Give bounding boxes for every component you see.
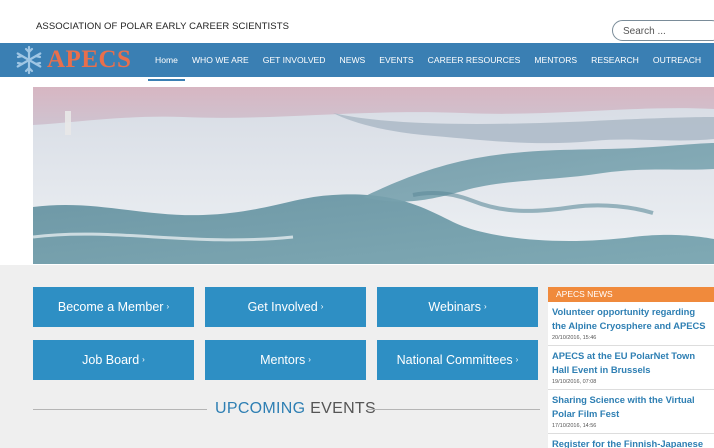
nav-item-events[interactable]: EVENTS — [372, 43, 420, 77]
tile-label: Webinars — [428, 300, 481, 314]
news-title-link[interactable]: Sharing Science with the Virtual Polar F… — [552, 393, 710, 421]
top-bar: ASSOCIATION OF POLAR EARLY CAREER SCIENT… — [0, 0, 714, 43]
nav-item-mentors[interactable]: MENTORS — [527, 43, 584, 77]
news-item: APECS at the EU PolarNet Town Hall Event… — [548, 346, 714, 390]
nav-item-home[interactable]: Home — [148, 43, 185, 81]
tile-mentors[interactable]: Mentors › — [205, 340, 366, 380]
news-title-link[interactable]: APECS at the EU PolarNet Town Hall Event… — [552, 349, 710, 377]
news-item: Register for the Finnish-Japanese — [548, 434, 714, 448]
news-item: Sharing Science with the Virtual Polar F… — [548, 390, 714, 434]
tile-label: Get Involved — [247, 300, 318, 314]
tile-get-involved[interactable]: Get Involved › — [205, 287, 366, 327]
tile-become-a-member[interactable]: Become a Member › — [33, 287, 194, 327]
organization-name: ASSOCIATION OF POLAR EARLY CAREER SCIENT… — [36, 21, 290, 32]
nav-item-get-involved[interactable]: GET INVOLVED — [256, 43, 333, 77]
upcoming-events-heading: UPCOMING EVENTS — [33, 398, 540, 420]
news-title-link[interactable]: Volunteer opportunity regarding the Alpi… — [552, 305, 710, 333]
news-item: Volunteer opportunity regarding the Alpi… — [548, 302, 714, 346]
nav-menu: Home WHO WE ARE GET INVOLVED NEWS EVENTS CARE… — [148, 43, 708, 81]
nav-item-outreach[interactable]: OUTREACH — [646, 43, 708, 77]
tile-label: Become a Member — [57, 300, 164, 314]
chevron-right-icon: › — [166, 302, 170, 311]
news-panel: APECS NEWS Volunteer opportunity regardi… — [548, 287, 714, 448]
heading-rest: EVENTS — [305, 400, 376, 417]
site-logo[interactable]: APECS — [14, 45, 131, 75]
sea-ice-photo — [33, 87, 714, 264]
tile-label: Job Board — [82, 353, 140, 367]
news-date: 17/10/2016, 14:56 — [552, 423, 597, 429]
news-date: 19/10/2016, 07:08 — [552, 379, 597, 385]
news-header: APECS NEWS — [548, 287, 714, 302]
tile-job-board[interactable]: Job Board › — [33, 340, 194, 380]
main-navigation-bar: APECS Home WHO WE ARE GET INVOLVED NEWS EVEN… — [0, 43, 714, 81]
heading-strong: UPCOMING — [215, 400, 306, 417]
nav-item-who-we-are[interactable]: WHO WE ARE — [185, 43, 256, 77]
tile-label: National Committees — [396, 353, 513, 367]
chevron-right-icon: › — [142, 355, 145, 364]
heading-divider-right — [367, 409, 540, 410]
page: ASSOCIATION OF POLAR EARLY CAREER SCIENT… — [0, 0, 714, 448]
nav-item-news[interactable]: NEWS — [333, 43, 373, 77]
chevron-right-icon: › — [483, 302, 487, 311]
chevron-right-icon: › — [320, 302, 324, 311]
nav-item-career-resources[interactable]: CAREER RESOURCES — [421, 43, 528, 77]
tile-label: Mentors — [260, 353, 306, 367]
slider-handle[interactable] — [65, 111, 71, 135]
chevron-right-icon: › — [515, 355, 519, 364]
tile-national-committees[interactable]: National Committees › — [377, 340, 538, 380]
snowflake-icon — [16, 45, 42, 75]
tile-webinars[interactable]: Webinars › — [377, 287, 538, 327]
logo-wordmark: APECS — [47, 46, 132, 73]
news-date: 20/10/2016, 15:46 — [552, 335, 597, 341]
nav-item-research[interactable]: RESEARCH — [584, 43, 646, 77]
heading-divider-left — [33, 409, 207, 410]
search-input[interactable] — [613, 22, 714, 41]
search-box[interactable] — [612, 20, 714, 41]
news-list: Volunteer opportunity regarding the Alpi… — [548, 302, 714, 448]
hero-image — [33, 87, 714, 264]
news-title-link[interactable]: Register for the Finnish-Japanese — [552, 437, 710, 448]
chevron-right-icon: › — [308, 355, 311, 364]
